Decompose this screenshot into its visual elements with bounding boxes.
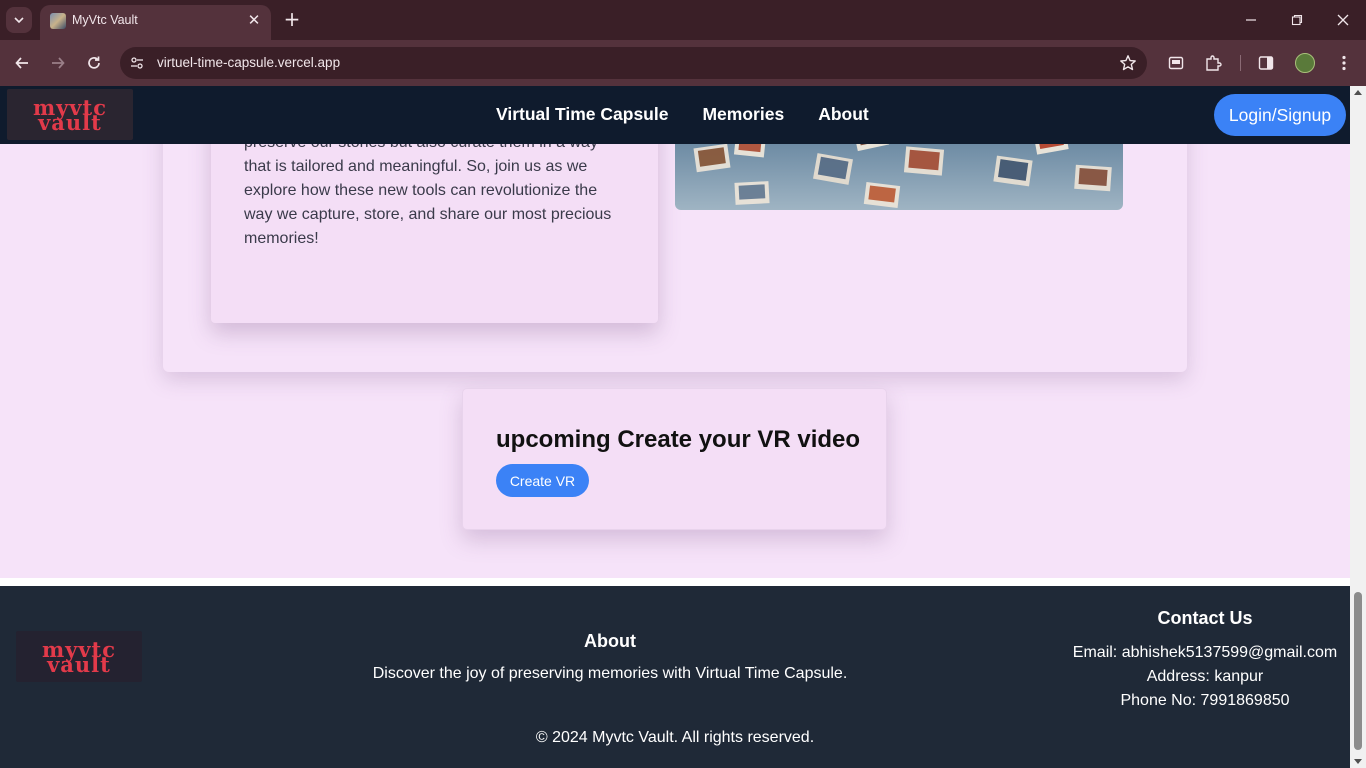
scroll-up-arrow-icon[interactable] xyxy=(1354,90,1362,95)
main-nav: Virtual Time Capsule Memories About xyxy=(496,104,869,125)
tab-title: MyVtc Vault xyxy=(72,13,138,27)
contact-phone: Phone No: 7991869850 xyxy=(1120,692,1290,709)
forward-arrow-icon[interactable] xyxy=(46,51,70,75)
site-logo[interactable]: myvtc vault xyxy=(7,89,133,140)
back-arrow-icon[interactable] xyxy=(10,51,34,75)
bookmark-star-icon[interactable] xyxy=(1119,54,1137,72)
nav-memories[interactable]: Memories xyxy=(702,104,784,125)
restore-icon[interactable] xyxy=(1287,10,1307,30)
footer-about-text: Discover the joy of preserving memories … xyxy=(372,665,848,682)
vr-video-card: upcoming Create your VR video Create VR xyxy=(462,388,887,530)
site-footer: myvtc vault About Discover the joy of pr… xyxy=(0,586,1350,768)
page-scrollbar[interactable] xyxy=(1350,86,1366,768)
extensions-puzzle-icon[interactable] xyxy=(1203,53,1223,73)
create-vr-button[interactable]: Create VR xyxy=(496,464,589,497)
contact-section: Contact Us Email: abhishek5137599@gmail.… xyxy=(1060,607,1350,713)
scroll-down-arrow-icon[interactable] xyxy=(1354,759,1362,764)
browser-tab[interactable]: MyVtc Vault ✕ xyxy=(40,5,271,40)
toolbar-divider xyxy=(1240,55,1241,71)
scrollbar-thumb[interactable] xyxy=(1354,592,1362,750)
side-panel-icon[interactable] xyxy=(1256,53,1276,73)
nav-virtual-time-capsule[interactable]: Virtual Time Capsule xyxy=(496,104,668,125)
footer-divider xyxy=(0,578,1350,586)
contact-address: Address: kanpur xyxy=(1146,668,1264,685)
address-bar[interactable]: virtuel-time-capsule.vercel.app xyxy=(120,47,1147,79)
login-signup-button[interactable]: Login/Signup xyxy=(1214,94,1346,136)
tab-search-dropdown-icon[interactable] xyxy=(6,7,32,33)
url-text: virtuel-time-capsule.vercel.app xyxy=(157,55,341,70)
page-viewport: myvtc vault Virtual Time Capsule Memorie… xyxy=(0,86,1350,768)
nav-about[interactable]: About xyxy=(818,104,869,125)
profile-avatar[interactable] xyxy=(1295,53,1315,73)
browser-toolbar: virtuel-time-capsule.vercel.app xyxy=(0,40,1366,86)
tab-close-icon[interactable]: ✕ xyxy=(245,11,263,29)
media-controls-icon[interactable] xyxy=(1166,53,1186,73)
site-header: myvtc vault Virtual Time Capsule Memorie… xyxy=(0,86,1350,144)
more-menu-icon[interactable] xyxy=(1334,53,1354,73)
contact-email: Email: abhishek5137599@gmail.com xyxy=(1072,644,1338,661)
site-info-icon[interactable] xyxy=(128,54,146,72)
minimize-icon[interactable] xyxy=(1241,10,1261,30)
favicon-icon xyxy=(50,13,66,29)
new-tab-button[interactable]: + xyxy=(282,9,302,29)
copyright-text: © 2024 Myvtc Vault. All rights reserved. xyxy=(535,729,815,746)
contact-heading: Contact Us xyxy=(1157,608,1253,628)
close-window-icon[interactable] xyxy=(1333,10,1353,30)
footer-about-heading: About xyxy=(584,631,636,651)
vr-card-title: upcoming Create your VR video xyxy=(496,426,861,453)
reload-icon[interactable] xyxy=(82,51,106,75)
browser-tab-bar: MyVtc Vault ✕ + xyxy=(0,0,1366,40)
